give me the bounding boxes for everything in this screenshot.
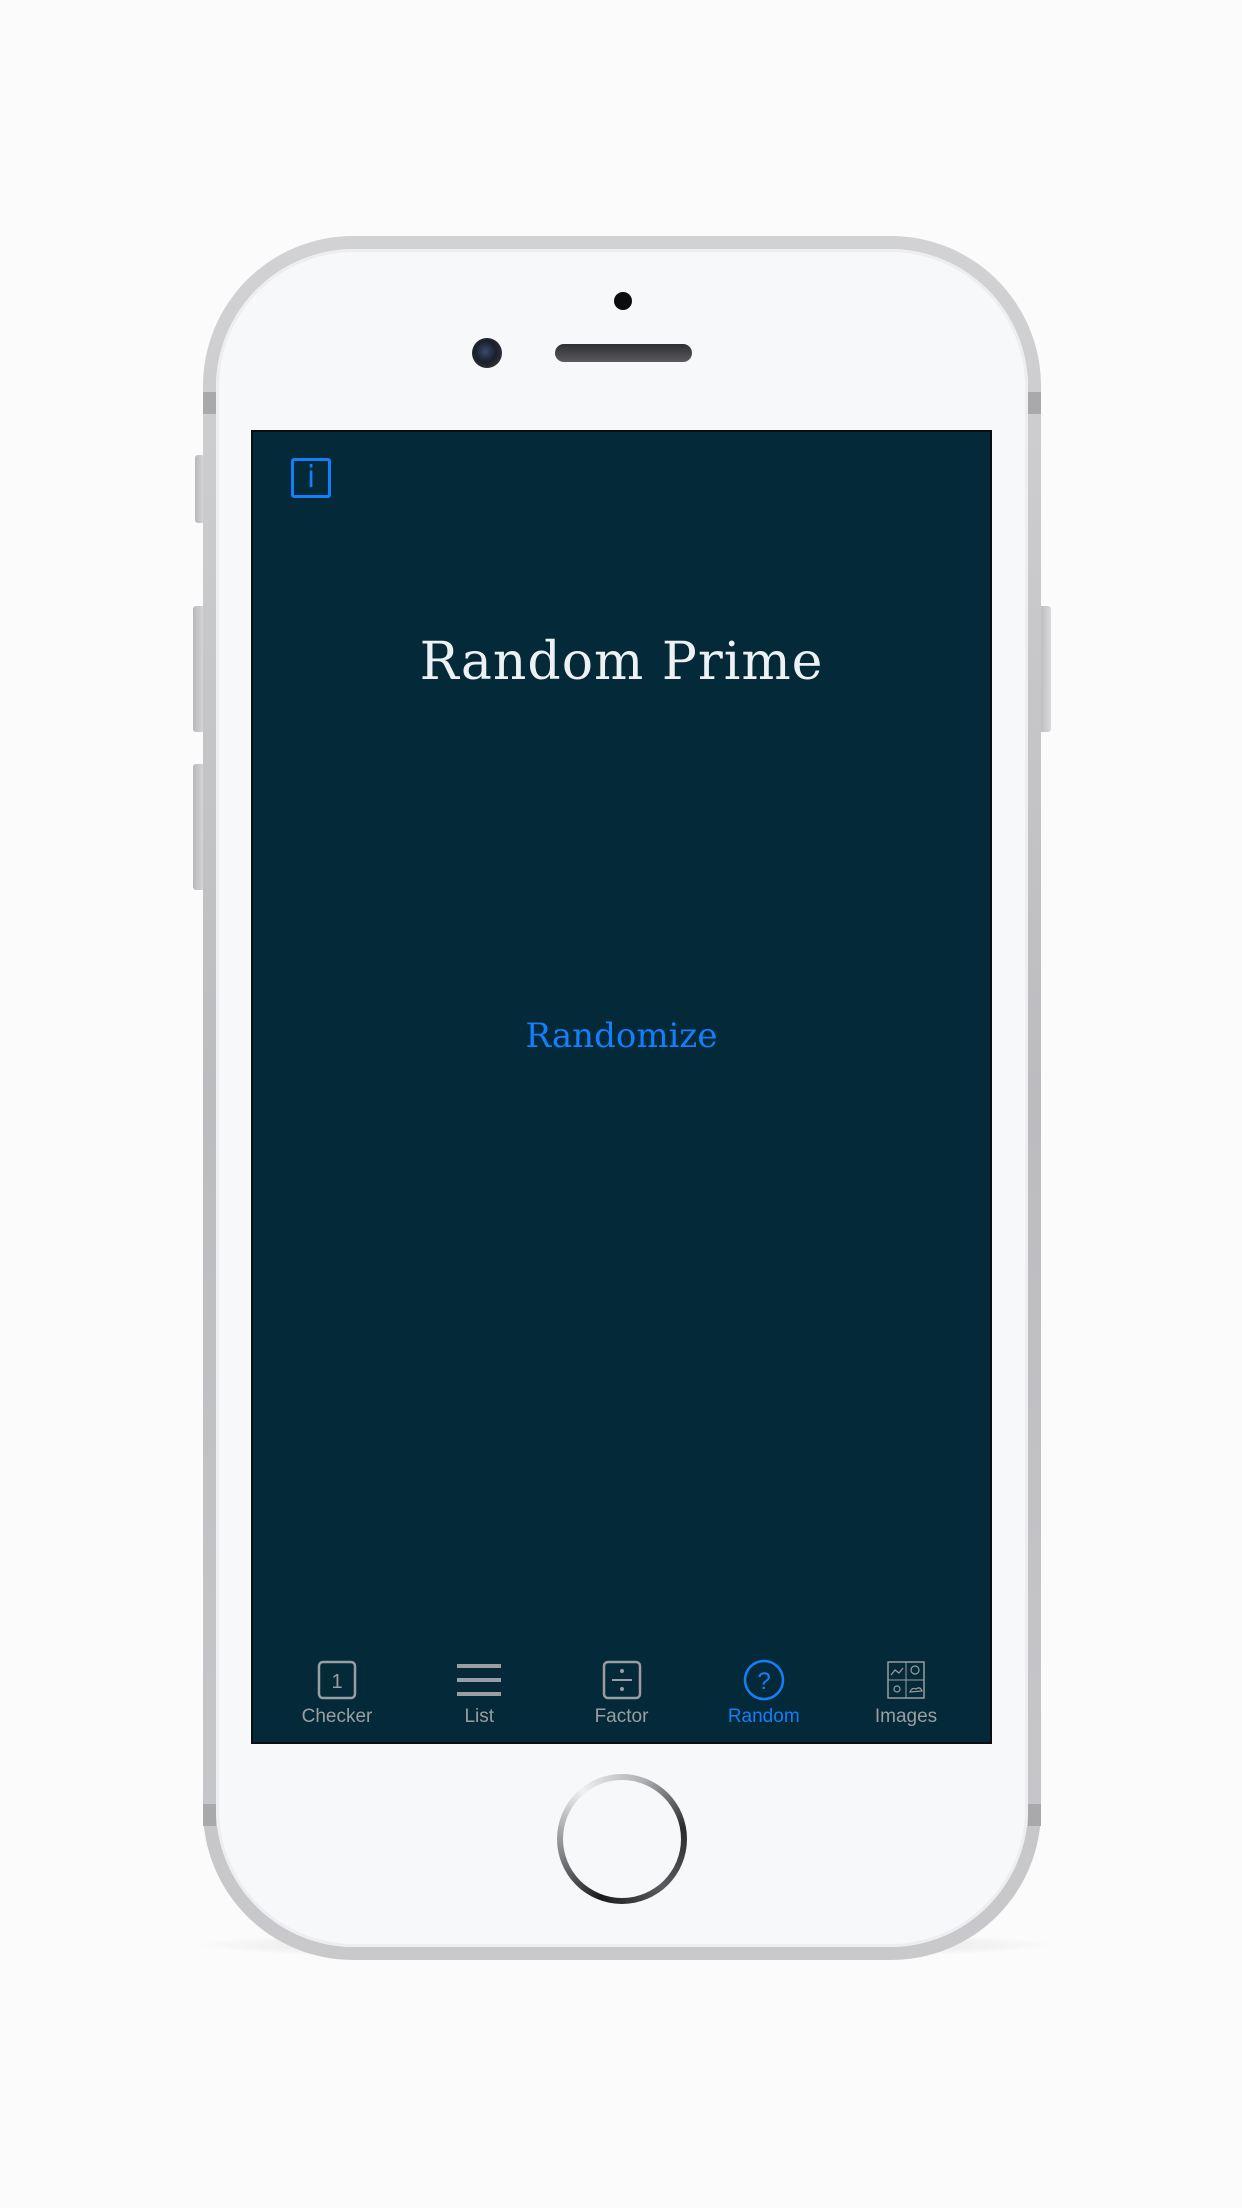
tab-label: Images: [874, 1706, 938, 1727]
tab-images[interactable]: Images: [836, 1642, 976, 1742]
image-gallery-icon: [887, 1661, 925, 1699]
app-screen: i Random Prime Randomize 1 Checker List …: [251, 430, 992, 1744]
antenna-band: [1028, 392, 1041, 414]
tab-list[interactable]: List: [409, 1642, 549, 1742]
device-mockup: i Random Prime Randomize 1 Checker List …: [0, 0, 1242, 2208]
tab-label: Random: [727, 1706, 800, 1727]
earpiece-speaker: [555, 344, 692, 362]
list-lines-icon: [457, 1664, 502, 1696]
number-one-box-icon: 1: [317, 1660, 357, 1700]
antenna-band: [203, 1804, 216, 1826]
tab-label: Factor: [594, 1706, 649, 1727]
tab-bar: 1 Checker List Factor ? Random Images: [253, 1642, 990, 1742]
tab-random[interactable]: ? Random: [694, 1642, 834, 1742]
randomize-button[interactable]: Randomize: [253, 1016, 990, 1056]
home-button[interactable]: [557, 1774, 687, 1904]
tab-label: Checker: [301, 1706, 373, 1727]
info-button[interactable]: i: [291, 458, 331, 498]
proximity-sensor: [614, 292, 632, 310]
antenna-band: [1028, 1804, 1041, 1826]
tab-factor[interactable]: Factor: [552, 1642, 692, 1742]
question-circle-icon: ?: [743, 1659, 784, 1701]
front-camera: [472, 338, 502, 368]
division-box-icon: [602, 1660, 641, 1700]
random-icon-glyph: ?: [757, 1668, 770, 1695]
antenna-band: [203, 392, 216, 414]
tab-checker[interactable]: 1 Checker: [267, 1642, 407, 1742]
info-icon: i: [306, 460, 316, 495]
tab-label: List: [464, 1706, 495, 1727]
checker-icon-glyph: 1: [331, 1671, 342, 1693]
page-title: Random Prime: [419, 632, 824, 692]
